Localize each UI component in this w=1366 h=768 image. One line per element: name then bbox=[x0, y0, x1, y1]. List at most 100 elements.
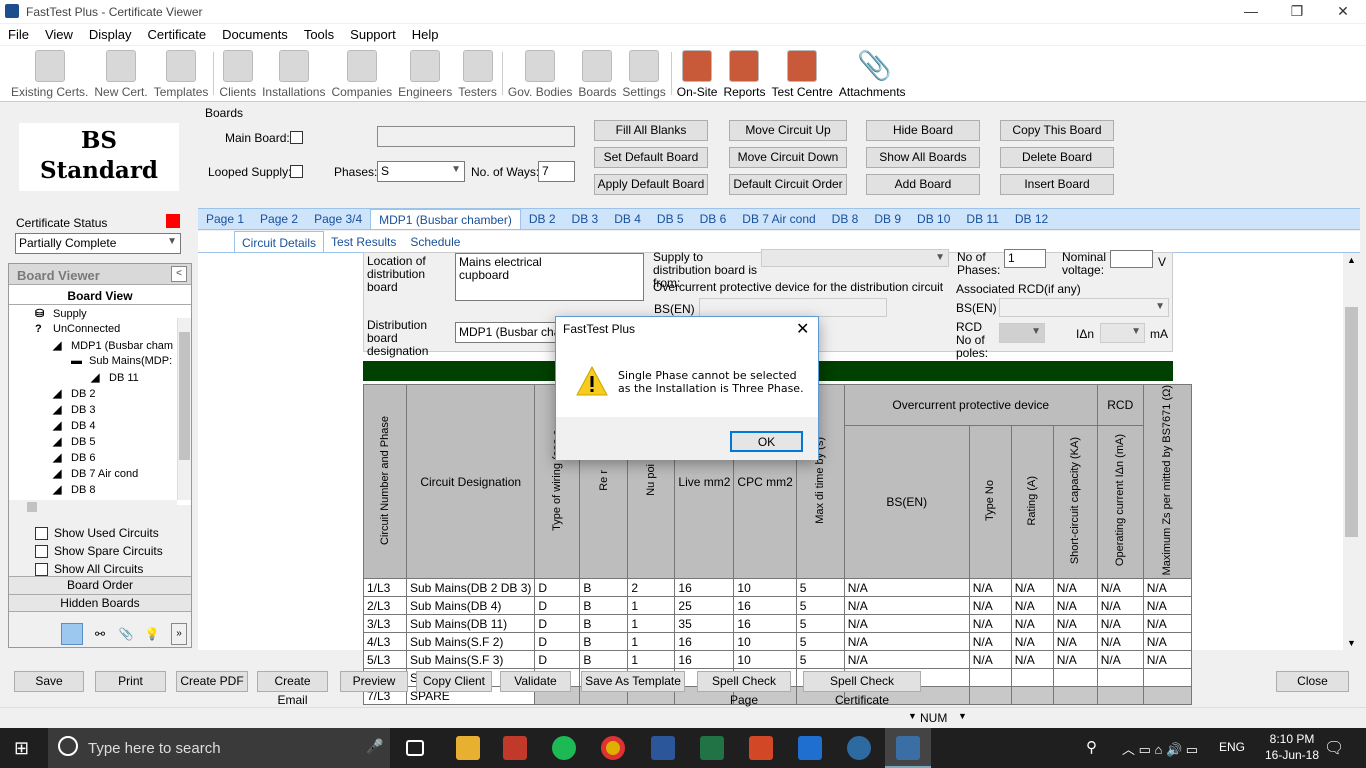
cell[interactable]: N/A bbox=[968, 632, 1012, 652]
minimize-button[interactable]: — bbox=[1228, 0, 1274, 23]
default-circuit-order-button[interactable]: Default Circuit Order bbox=[729, 174, 847, 195]
cell[interactable]: N/A bbox=[1096, 614, 1144, 634]
cell[interactable] bbox=[1096, 686, 1144, 706]
close-button[interactable]: Close bbox=[1276, 671, 1349, 692]
show-all-boards-button[interactable]: Show All Boards bbox=[866, 147, 980, 168]
tree-item-sub-mains-mdp[interactable]: ▬ Sub Mains(MDP: bbox=[71, 355, 172, 367]
preview-button[interactable]: Preview bbox=[340, 671, 408, 692]
cell[interactable]: N/A bbox=[1052, 614, 1098, 634]
cell[interactable]: 5/L3 bbox=[363, 650, 407, 670]
cell[interactable]: 5 bbox=[795, 578, 845, 598]
language-indicator[interactable]: ENG bbox=[1219, 740, 1245, 754]
toolbar-attachments-button[interactable]: 📎 Attachments bbox=[836, 46, 909, 101]
fasttest-taskbar-button[interactable] bbox=[885, 728, 931, 768]
cell[interactable]: 1/L3 bbox=[363, 578, 407, 598]
cell[interactable] bbox=[1052, 686, 1098, 706]
tab-db-9[interactable]: DB 9 bbox=[866, 209, 909, 229]
phases-select[interactable]: S ▼ bbox=[377, 161, 465, 182]
tab-db-5[interactable]: DB 5 bbox=[649, 209, 692, 229]
cell[interactable] bbox=[1010, 686, 1054, 706]
cell[interactable]: N/A bbox=[1096, 632, 1144, 652]
cell[interactable]: 3/L3 bbox=[363, 614, 407, 634]
toolbar-testers-button[interactable]: Testers bbox=[455, 46, 500, 101]
cell[interactable]: N/A bbox=[1142, 596, 1192, 616]
collapse-panel-button[interactable]: < bbox=[171, 266, 187, 282]
idn-select[interactable]: ▼ bbox=[1100, 323, 1145, 343]
dialog-close-button[interactable]: ✕ bbox=[796, 319, 809, 339]
excel-icon[interactable] bbox=[700, 736, 724, 760]
ocpd-bsen-field[interactable] bbox=[699, 298, 887, 317]
cell[interactable]: N/A bbox=[1096, 578, 1144, 598]
tab-db-6[interactable]: DB 6 bbox=[692, 209, 735, 229]
notifications-icon[interactable]: 🗨 bbox=[1324, 738, 1344, 758]
cell[interactable]: N/A bbox=[1096, 650, 1144, 670]
tree-item-db-6[interactable]: ◢ DB 6 bbox=[53, 451, 95, 464]
cell[interactable]: D bbox=[534, 596, 581, 616]
tab-db-4[interactable]: DB 4 bbox=[606, 209, 649, 229]
hide-board-button[interactable]: Hide Board bbox=[866, 120, 980, 141]
insert-board-button[interactable]: Insert Board bbox=[1000, 174, 1114, 195]
cell[interactable]: N/A bbox=[968, 614, 1012, 634]
menu-view[interactable]: View bbox=[37, 24, 81, 45]
tree-item-db-2[interactable]: ◢ DB 2 bbox=[53, 387, 95, 400]
toolbar-new-cert-button[interactable]: New Cert. bbox=[91, 46, 150, 101]
cell[interactable]: N/A bbox=[1052, 596, 1098, 616]
lightbulb-icon[interactable]: 💡 bbox=[141, 623, 163, 645]
cell[interactable]: 10 bbox=[733, 578, 797, 598]
option-show-spare-circuits[interactable]: Show Spare Circuits bbox=[35, 544, 163, 562]
cell[interactable]: N/A bbox=[843, 596, 970, 616]
copy-this-board-button[interactable]: Copy This Board bbox=[1000, 120, 1114, 141]
tree-item-supply[interactable]: ⛁ Supply bbox=[35, 307, 87, 320]
cell[interactable] bbox=[1142, 668, 1192, 688]
move-circuit-up-button[interactable]: Move Circuit Up bbox=[729, 120, 847, 141]
cell[interactable]: Sub Mains(S.F 3) bbox=[405, 650, 536, 670]
tab-db-10[interactable]: DB 10 bbox=[909, 209, 958, 229]
cell[interactable]: 1 bbox=[627, 650, 676, 670]
cell[interactable]: 16 bbox=[674, 650, 735, 670]
designation-field[interactable]: MDP1 (Busbar cham bbox=[455, 322, 565, 343]
cell[interactable]: B bbox=[579, 650, 629, 670]
cell[interactable]: N/A bbox=[968, 596, 1012, 616]
menu-documents[interactable]: Documents bbox=[214, 24, 296, 45]
toolbar-on-site-button[interactable]: On-Site bbox=[674, 46, 721, 101]
move-circuit-down-button[interactable]: Move Circuit Down bbox=[729, 147, 847, 168]
tray-icons[interactable]: ︿ ▭ ⌂ 🔊 ▭ bbox=[1122, 739, 1198, 758]
cell[interactable]: D bbox=[534, 578, 581, 598]
cell[interactable]: N/A bbox=[1010, 596, 1054, 616]
cell[interactable]: 1 bbox=[627, 596, 676, 616]
toolbar-clients-button[interactable]: Clients bbox=[216, 46, 259, 101]
close-window-button[interactable]: ✕ bbox=[1320, 0, 1366, 23]
powerpoint-icon[interactable] bbox=[749, 736, 773, 760]
cell[interactable]: N/A bbox=[843, 650, 970, 670]
ok-button[interactable]: OK bbox=[730, 431, 803, 452]
toolbar-gov-bodies-button[interactable]: Gov. Bodies bbox=[505, 46, 575, 101]
toolbar-templates-button[interactable]: Templates bbox=[151, 46, 212, 101]
board-view-icon[interactable] bbox=[61, 623, 83, 645]
tab-page-1[interactable]: Page 1 bbox=[198, 209, 252, 229]
tree-vscrollbar[interactable] bbox=[177, 318, 191, 500]
cell[interactable]: N/A bbox=[968, 650, 1012, 670]
cell[interactable]: N/A bbox=[1010, 578, 1054, 598]
delete-board-button[interactable]: Delete Board bbox=[1000, 147, 1114, 168]
tab-db-12[interactable]: DB 12 bbox=[1007, 209, 1056, 229]
set-default-board-button[interactable]: Set Default Board bbox=[594, 147, 708, 168]
cell[interactable]: 1 bbox=[627, 632, 676, 652]
tab-db-2[interactable]: DB 2 bbox=[521, 209, 564, 229]
cell[interactable] bbox=[968, 668, 1012, 688]
tree-item-db-3[interactable]: ◢ DB 3 bbox=[53, 403, 95, 416]
tree-item-db-8[interactable]: ◢ DB 8 bbox=[53, 483, 95, 496]
apply-default-board-button[interactable]: Apply Default Board bbox=[594, 174, 708, 195]
save-as-template-button[interactable]: Save As Template bbox=[581, 671, 685, 692]
no-of-ways-field[interactable]: 7 bbox=[538, 161, 575, 182]
tree-item-db-11[interactable]: ◢ DB 11 bbox=[91, 371, 139, 384]
tree-item-db-5[interactable]: ◢ DB 5 bbox=[53, 435, 95, 448]
cell[interactable]: 16 bbox=[733, 596, 797, 616]
tab-page-3-4[interactable]: Page 3/4 bbox=[306, 209, 370, 229]
tab-db-3[interactable]: DB 3 bbox=[564, 209, 607, 229]
menu-tools[interactable]: Tools bbox=[296, 24, 342, 45]
more-button[interactable]: » bbox=[171, 623, 187, 645]
cell[interactable]: 5 bbox=[795, 596, 845, 616]
cell[interactable]: N/A bbox=[1052, 578, 1098, 598]
cell[interactable]: B bbox=[579, 596, 629, 616]
cell[interactable]: 5 bbox=[795, 650, 845, 670]
